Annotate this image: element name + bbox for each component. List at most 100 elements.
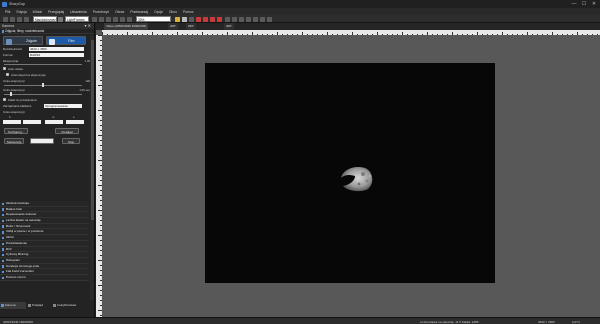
histogram-icon[interactable] (182, 16, 187, 22)
preview-button[interactable]: Podgląd (55, 128, 79, 134)
ruler-tick (100, 165, 102, 166)
ruler-tick (237, 33, 238, 35)
stop-icon[interactable] (120, 16, 125, 22)
camera-dropdown-icon[interactable] (58, 16, 63, 22)
video-label: Film (68, 39, 75, 43)
title-bar: SharpCap — ☐ ✕ (0, 0, 600, 8)
save-icon[interactable] (17, 16, 22, 22)
ruler-tick (100, 290, 102, 291)
camera-icon[interactable] (3, 16, 8, 22)
reticle-icon[interactable] (239, 16, 244, 22)
menu-process[interactable]: Przetwarzaj (129, 10, 149, 14)
menu-file[interactable]: Plik (4, 10, 11, 14)
polar-align-icon[interactable] (260, 16, 265, 22)
capture-icon[interactable] (92, 16, 97, 22)
configure-button[interactable]: Konfiguruj... (4, 128, 28, 134)
tab-preview[interactable]: Podgląd (27, 302, 51, 309)
ruler-tick (147, 33, 148, 35)
fit-icon[interactable] (189, 16, 194, 22)
exposure-slider[interactable] (4, 64, 82, 65)
auto-exposure-label: Automatyczna ekspozycja (11, 73, 46, 77)
ruler-tick (100, 75, 102, 76)
frames-checkbox[interactable] (3, 97, 6, 101)
sequence-button[interactable]: Sekwencja (4, 138, 24, 144)
ruler-tick (302, 32, 303, 35)
timelapse-icon[interactable] (127, 16, 132, 22)
pause-icon[interactable] (113, 16, 118, 22)
focus-icon[interactable] (253, 16, 258, 22)
seconds-input[interactable] (66, 120, 84, 124)
star-icon[interactable] (246, 16, 251, 22)
zoom-select[interactable]: 33% (136, 16, 171, 22)
minutes-input[interactable] (45, 120, 63, 124)
snapshot-icon[interactable] (99, 16, 104, 22)
ruler-tick (152, 32, 153, 35)
ruler-tick (100, 220, 102, 221)
seconds-label: s (73, 115, 75, 119)
ruler-tick (402, 32, 403, 35)
section-label: Cyfrowy Binning (6, 252, 29, 257)
ruler-tick (100, 145, 102, 146)
frame-type-select[interactable]: LightFrames (65, 16, 89, 22)
menu-capture[interactable]: Przechwyć (92, 10, 110, 14)
tab-targeting[interactable]: Celuj/Rozstaw (52, 302, 88, 309)
ruler-tick (397, 33, 398, 35)
ruler-tick (100, 200, 102, 201)
section-label: Korekcja ciemnego pola (6, 263, 40, 268)
video-button[interactable]: Film (46, 36, 86, 45)
folder-icon[interactable] (175, 16, 180, 22)
hours-label: h (9, 115, 11, 119)
camera-select[interactable]: Manildobrywer (33, 16, 57, 22)
auto-checkbox[interactable] (3, 67, 6, 70)
menu-image[interactable]: Obraz (114, 10, 125, 14)
stop-button[interactable]: Stop (62, 138, 80, 144)
extra-input[interactable] (23, 120, 41, 124)
red-tool-icon-3[interactable] (210, 16, 215, 22)
ruler-tick (98, 310, 102, 311)
horizontal-ruler (102, 30, 600, 35)
settings-icon[interactable] (24, 16, 29, 22)
menu-window[interactable]: Okno (168, 10, 178, 14)
ruler-tick (307, 33, 308, 35)
section-label: Liczba klatek na sekundę (6, 218, 41, 223)
menu-options[interactable]: Opcje (153, 10, 164, 14)
ruler-tick (497, 33, 498, 35)
grid-icon[interactable] (225, 16, 230, 22)
red-tool-icon-4[interactable] (217, 16, 222, 22)
livestack-icon[interactable] (267, 16, 272, 22)
frame-management-select[interactable]: Oprogramowanie (44, 103, 82, 109)
ruler-tick (100, 105, 102, 106)
hours-input[interactable] (3, 120, 21, 124)
ruler-tick (98, 35, 102, 36)
tab-camera[interactable]: Kamera (0, 302, 26, 309)
shutter-row: Czas ekspozycji 1/10 sec (0, 87, 94, 96)
record-icon[interactable] (106, 16, 111, 22)
menu-edit[interactable]: Edycja (15, 10, 27, 14)
resolution-select[interactable]: 4640 × 3506 (29, 46, 84, 52)
section-black-level[interactable]: Poziom czerni (0, 274, 89, 281)
format-select[interactable]: RAW16 (29, 52, 84, 58)
menu-help[interactable]: Pomoc (182, 10, 195, 14)
ruler-tick (562, 33, 563, 35)
crosshair-icon[interactable] (232, 16, 237, 22)
menu-view[interactable]: Widok (32, 10, 43, 14)
ruler-tick (100, 265, 102, 266)
close-button[interactable]: ✕ (588, 0, 600, 8)
panel-scrollbar[interactable] (90, 36, 94, 300)
ruler-tick (192, 33, 193, 35)
tab-video[interactable]: Video (4056X3040 16000X95) (104, 23, 149, 30)
scrollbar-thumb[interactable] (90, 40, 94, 220)
menu-settings[interactable]: Ustawienia (69, 10, 88, 14)
ruler-tick (547, 33, 548, 35)
expand-icon (1, 202, 4, 206)
red-tool-icon[interactable] (196, 16, 201, 22)
sequence-field[interactable] (30, 138, 54, 144)
red-tool-icon-2[interactable] (203, 16, 208, 22)
auto-exposure-checkbox[interactable] (6, 73, 9, 76)
snapshot-button[interactable]: Zdjęcie (3, 36, 43, 45)
section-label: Poziom czerni (6, 274, 26, 279)
menu-browse[interactable]: Przeglądaj (47, 10, 65, 14)
shutter-value: 1/10 sec (79, 88, 90, 92)
open-icon[interactable] (10, 16, 15, 22)
shutter-slider[interactable] (4, 93, 82, 95)
